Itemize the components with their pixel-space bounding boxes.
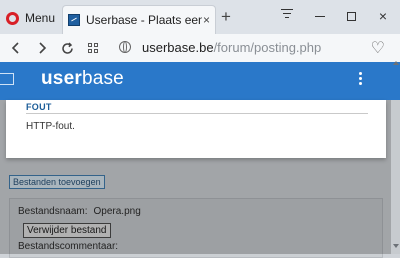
dialog-message: HTTP-fout.: [26, 121, 75, 132]
back-button[interactable]: [7, 39, 25, 57]
dialog-divider: [26, 113, 368, 114]
speed-dial-button[interactable]: [84, 39, 102, 57]
tab-title: Userbase - Plaats een nieu: [86, 13, 202, 27]
logo-base: base: [81, 68, 124, 89]
page-scrollbar[interactable]: [391, 100, 400, 254]
minimize-button[interactable]: [309, 6, 331, 26]
maximize-button[interactable]: [340, 6, 362, 26]
logo-user: user: [41, 68, 82, 89]
browser-tab-strip: Menu Userbase - Plaats een nieu × + ×: [0, 0, 400, 34]
site-menu-icon[interactable]: [0, 73, 14, 85]
reload-button[interactable]: [58, 39, 76, 57]
dialog-title: FOUT: [26, 102, 52, 112]
scroll-down-arrow-icon[interactable]: [393, 244, 399, 248]
opera-menu-button[interactable]: Menu: [6, 8, 55, 28]
globe-icon: [119, 41, 131, 53]
minimize-icon: [315, 15, 325, 17]
address-field[interactable]: userbase.be/forum/posting.php ♡: [110, 37, 395, 59]
userbase-favicon-icon: [68, 14, 80, 26]
forward-button[interactable]: [33, 39, 51, 57]
url-domain: userbase.be: [142, 40, 214, 55]
maximize-icon: [346, 11, 356, 21]
menu-label: Menu: [25, 11, 56, 25]
url-path: /forum/posting.php: [213, 40, 322, 55]
easy-setup-icon[interactable]: [281, 9, 293, 20]
speed-dial-grid-icon: [88, 43, 98, 53]
reload-icon: [61, 41, 73, 54]
close-window-button[interactable]: ×: [372, 6, 394, 26]
forward-arrow-icon: [39, 42, 47, 54]
bookmark-heart-icon[interactable]: ♡: [371, 38, 385, 58]
error-dialog: FOUT HTTP-fout.: [6, 100, 386, 158]
more-options-icon[interactable]: [359, 72, 363, 87]
new-tab-button[interactable]: +: [221, 8, 231, 25]
opera-logo-icon: [6, 11, 19, 25]
scroll-up-arrow-icon[interactable]: [393, 61, 399, 65]
browser-tab-active[interactable]: Userbase - Plaats een nieu ×: [62, 5, 216, 34]
browser-navigation-bar: userbase.be/forum/posting.php ♡: [0, 34, 400, 63]
close-icon: ×: [378, 8, 388, 24]
site-header: userbase: [0, 62, 400, 100]
back-arrow-icon: [11, 42, 19, 54]
close-tab-icon[interactable]: ×: [203, 13, 210, 27]
url-text[interactable]: userbase.be/forum/posting.php: [142, 40, 321, 55]
userbase-logo[interactable]: userbase: [41, 68, 124, 90]
